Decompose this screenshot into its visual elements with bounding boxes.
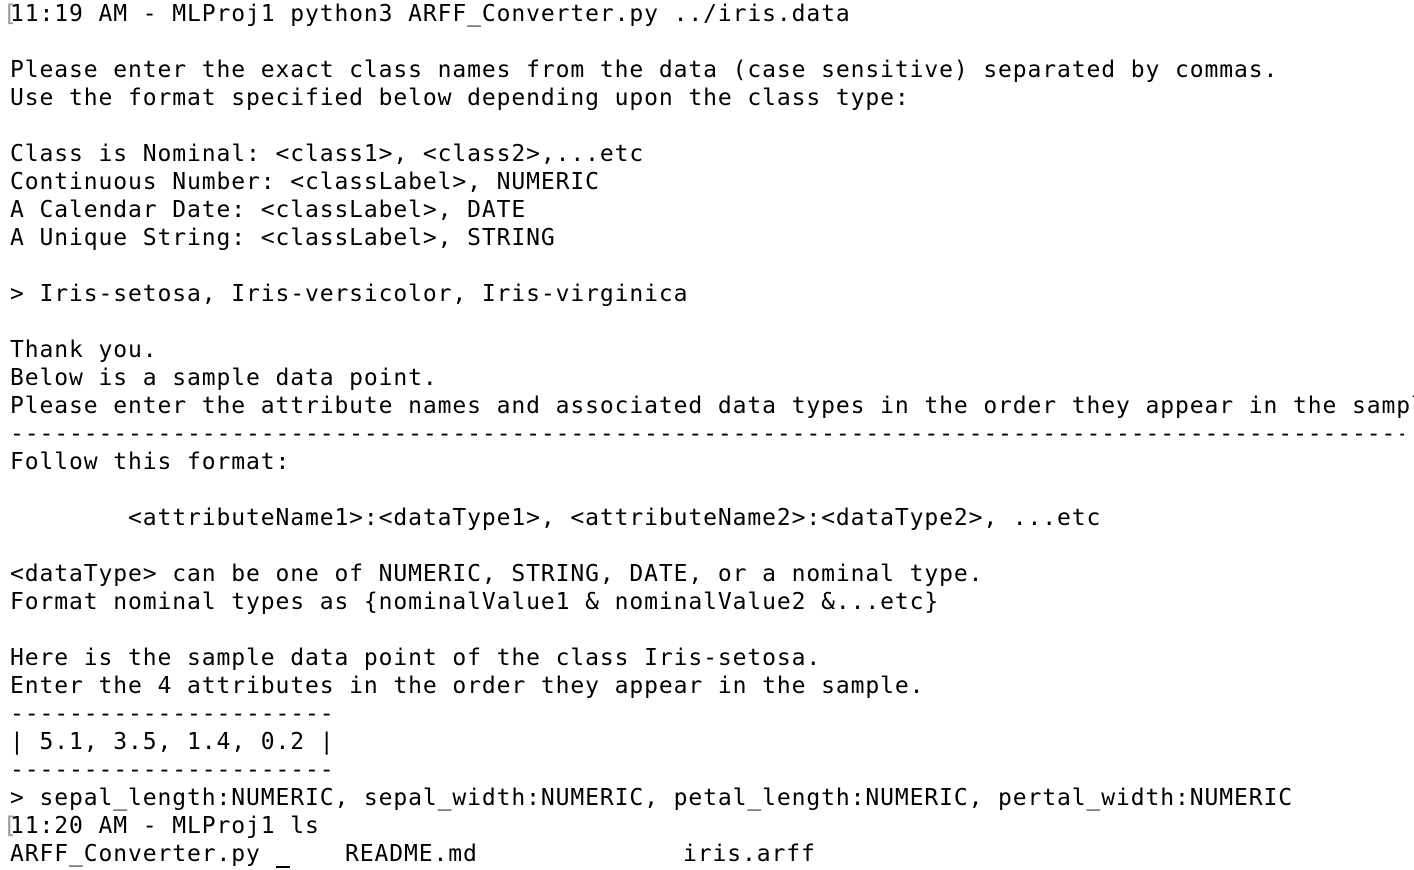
terminal-line: Please enter the exact class names from … — [10, 57, 1279, 83]
terminal-line: Here is the sample data point of the cla… — [10, 645, 822, 671]
terminal-line: <dataType> can be one of NUMERIC, STRING… — [10, 561, 984, 587]
terminal-window[interactable]: [ 11:19 AM - MLProj1 python3 ARFF_Conver… — [0, 0, 1414, 870]
terminal-line-prompt-1: 11:19 AM - MLProj1 python3 ARFF_Converte… — [10, 1, 851, 27]
separator-rule: ---------------------- — [10, 701, 335, 727]
text-cursor — [276, 866, 290, 868]
separator-rule: ---------------------- — [10, 757, 335, 783]
terminal-line: Continuous Number: <classLabel>, NUMERIC — [10, 169, 600, 195]
ls-file-entry: README.md — [345, 841, 478, 867]
terminal-line: A Calendar Date: <classLabel>, DATE — [10, 197, 527, 223]
user-input-line: > sepal_length:NUMERIC, sepal_width:NUME… — [10, 785, 1294, 811]
sample-data-point: | 5.1, 3.5, 1.4, 0.2 | — [10, 729, 335, 755]
terminal-line: Follow this format: — [10, 449, 291, 475]
terminal-line: <attributeName1>:<dataType1>, <attribute… — [10, 505, 1102, 531]
terminal-line: Class is Nominal: <class1>, <class2>,...… — [10, 141, 645, 167]
terminal-line: Please enter the attribute names and ass… — [10, 393, 1414, 419]
terminal-line: A Unique String: <classLabel>, STRING — [10, 225, 556, 251]
ls-file-entry: ARFF_Converter.py — [10, 841, 261, 867]
terminal-line-prompt-2: 11:20 AM - MLProj1 ls — [10, 813, 320, 839]
terminal-line: Enter the 4 attributes in the order they… — [10, 673, 925, 699]
terminal-line: Use the format specified below depending… — [10, 85, 910, 111]
terminal-line: Format nominal types as {nominalValue1 &… — [10, 589, 940, 615]
terminal-line: Below is a sample data point. — [10, 365, 438, 391]
user-input-line: > Iris-setosa, Iris-versicolor, Iris-vir… — [10, 281, 689, 307]
terminal-line: Thank you. — [10, 337, 158, 363]
separator-rule: ----------------------------------------… — [10, 421, 1404, 447]
ls-file-entry: iris.arff — [683, 841, 816, 867]
